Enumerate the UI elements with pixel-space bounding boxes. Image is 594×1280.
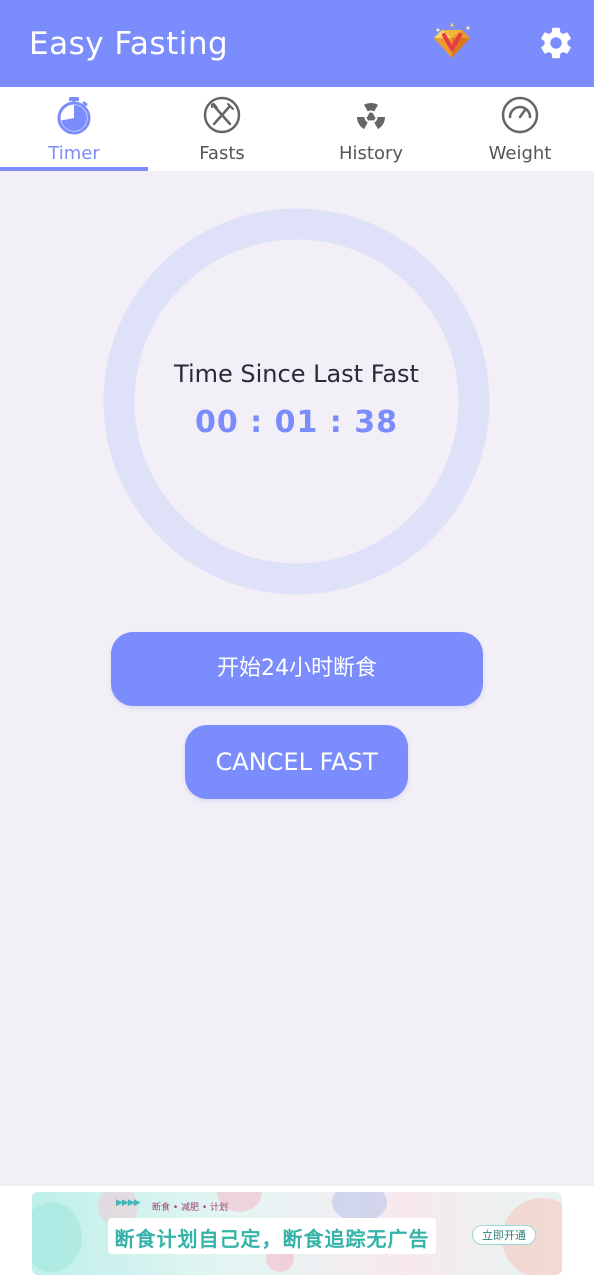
tab-history[interactable]: History xyxy=(297,87,445,171)
tab-bar: Timer Fasts History Weight xyxy=(0,87,594,171)
start-24h-fast-button[interactable]: 开始24小时断食 xyxy=(111,632,483,706)
fasting-progress-ring xyxy=(103,208,490,595)
tab-weight-label: Weight xyxy=(488,143,552,164)
tab-fasts-label: Fasts xyxy=(199,143,245,164)
tab-timer-label: Timer xyxy=(48,143,100,164)
vip-diamond-icon[interactable] xyxy=(428,18,476,66)
stopwatch-icon xyxy=(54,95,94,135)
app-header: Easy Fasting xyxy=(0,0,594,87)
timer-caption: Time Since Last Fast xyxy=(174,360,419,388)
fork-knife-icon xyxy=(202,95,242,135)
tab-fasts[interactable]: Fasts xyxy=(148,87,296,171)
ad-banner[interactable]: ▶▶▶▶ 断食 • 减肥 • 计划 断食计划自己定，断食追踪无广告 立即开通 xyxy=(32,1192,562,1275)
ad-cta-button[interactable]: 立即开通 xyxy=(472,1225,536,1245)
active-tab-indicator xyxy=(0,167,148,171)
app-screen: Easy Fasting Timer Fasts History Weight … xyxy=(0,0,594,1280)
radiation-icon xyxy=(351,95,391,135)
app-title: Easy Fasting xyxy=(29,26,229,62)
scale-gauge-icon xyxy=(500,95,540,135)
ad-headline: 断食计划自己定，断食追踪无广告 xyxy=(114,1227,430,1251)
gear-icon[interactable] xyxy=(537,24,575,62)
ad-tagline: 断食 • 减肥 • 计划 xyxy=(152,1203,229,1213)
tab-timer[interactable]: Timer xyxy=(0,87,148,171)
tab-weight[interactable]: Weight xyxy=(446,87,594,171)
ad-decoration xyxy=(32,1202,82,1272)
tab-history-label: History xyxy=(338,143,404,164)
ad-headline-box: 断食计划自己定，断食追踪无广告 xyxy=(108,1218,436,1254)
ad-arrows: ▶▶▶▶ xyxy=(116,1198,141,1208)
elapsed-time: 00 : 01 : 38 xyxy=(194,405,398,440)
cancel-fast-button[interactable]: CANCEL FAST xyxy=(185,725,408,799)
